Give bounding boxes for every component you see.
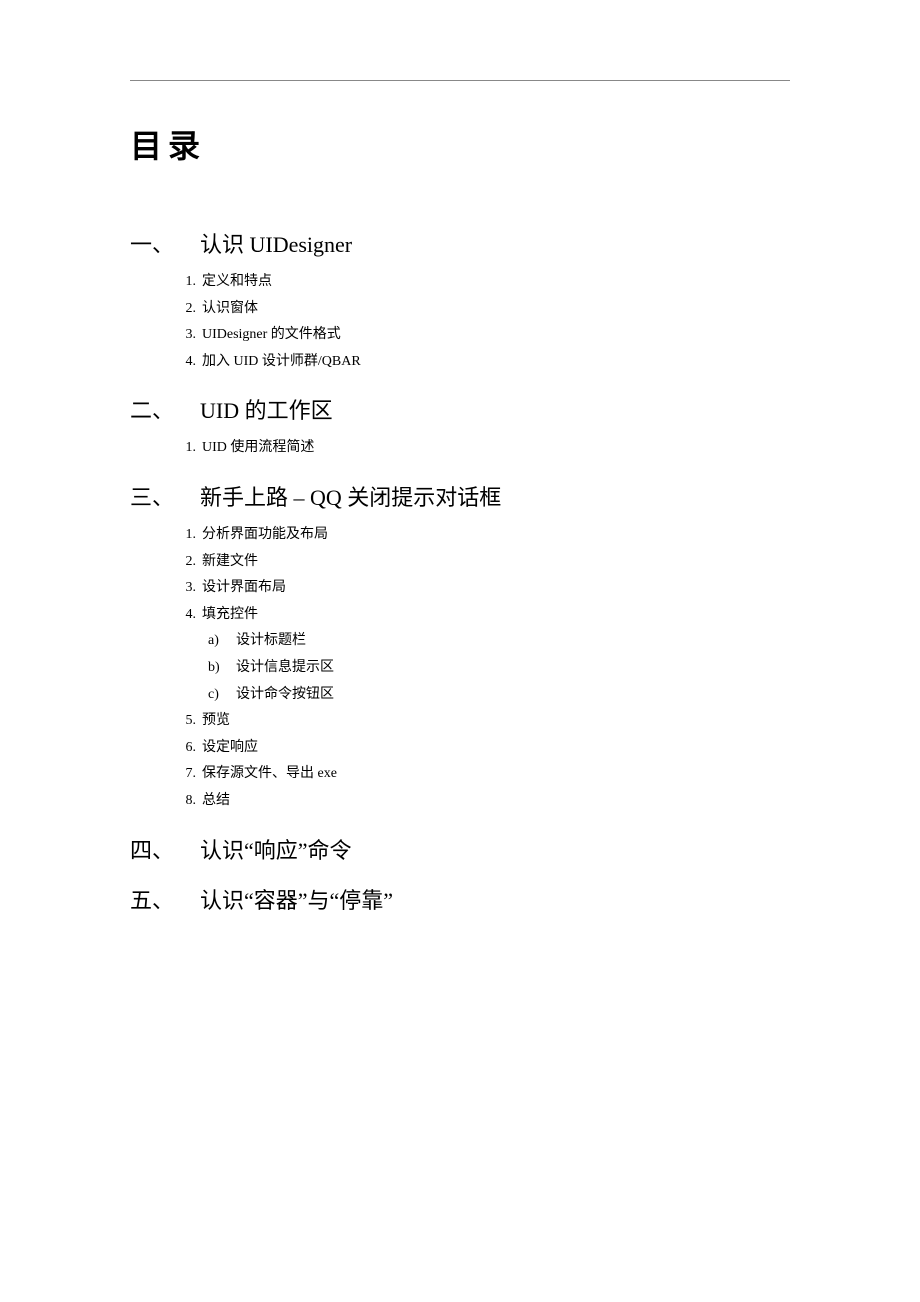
- item-number: 5.: [172, 708, 202, 735]
- top-rule: [130, 80, 790, 81]
- item-number: 1.: [172, 522, 202, 549]
- item-label: 保存源文件、导出 exe: [202, 761, 790, 788]
- section-heading: 二、 UID 的工作区: [130, 393, 790, 425]
- item-number: 1.: [172, 269, 202, 296]
- list-item: 7.保存源文件、导出 exe: [172, 761, 790, 788]
- list-item: 2.认识窗体: [172, 296, 790, 323]
- list-item: 4.加入 UID 设计师群/QBAR: [172, 349, 790, 376]
- section-heading: 四、 认识“响应”命令: [130, 833, 790, 865]
- item-label: 设计界面布局: [202, 575, 790, 602]
- item-list: 1.UID 使用流程简述: [172, 435, 790, 462]
- subitem-number: a): [208, 628, 236, 655]
- subitem-list: a)设计标题栏 b)设计信息提示区 c)设计命令按钮区: [208, 628, 790, 708]
- subitem-label: 设计命令按钮区: [236, 682, 334, 709]
- item-number: 8.: [172, 788, 202, 815]
- subitem-number: b): [208, 655, 236, 682]
- section-number: 四、: [130, 833, 200, 865]
- item-label: 填充控件: [202, 602, 790, 629]
- list-item: 2.新建文件: [172, 549, 790, 576]
- item-number: 2.: [172, 296, 202, 323]
- item-list: 1.定义和特点 2.认识窗体 3.UIDesigner 的文件格式 4.加入 U…: [172, 269, 790, 375]
- section-4: 四、 认识“响应”命令: [130, 833, 790, 865]
- page-content: 目录 一、 认识 UIDesigner 1.定义和特点 2.认识窗体 3.UID…: [130, 80, 790, 915]
- item-number: 3.: [172, 575, 202, 602]
- item-label: 认识窗体: [202, 296, 790, 323]
- list-item: 6.设定响应: [172, 735, 790, 762]
- list-item: 8.总结: [172, 788, 790, 815]
- section-label: 认识“响应”命令: [200, 833, 790, 865]
- item-label: UIDesigner 的文件格式: [202, 322, 790, 349]
- section-label: 新手上路 – QQ 关闭提示对话框: [200, 480, 790, 512]
- item-label: UID 使用流程简述: [202, 435, 790, 462]
- list-item: 1.分析界面功能及布局: [172, 522, 790, 549]
- section-5: 五、 认识“容器”与“停靠”: [130, 883, 790, 915]
- item-label: 总结: [202, 788, 790, 815]
- item-label: 定义和特点: [202, 269, 790, 296]
- section-number: 二、: [130, 393, 200, 425]
- section-1: 一、 认识 UIDesigner 1.定义和特点 2.认识窗体 3.UIDesi…: [130, 227, 790, 375]
- list-item: 3.设计界面布局: [172, 575, 790, 602]
- toc-title: 目录: [130, 121, 790, 167]
- item-label: 新建文件: [202, 549, 790, 576]
- list-subitem: b)设计信息提示区: [208, 655, 790, 682]
- section-heading: 五、 认识“容器”与“停靠”: [130, 883, 790, 915]
- list-item: 5.预览: [172, 708, 790, 735]
- item-number: 6.: [172, 735, 202, 762]
- list-item: 1.定义和特点: [172, 269, 790, 296]
- section-label: UID 的工作区: [200, 393, 790, 425]
- list-subitem: a)设计标题栏: [208, 628, 790, 655]
- section-label: 认识 UIDesigner: [200, 227, 790, 259]
- subitem-label: 设计标题栏: [236, 628, 306, 655]
- section-heading: 三、 新手上路 – QQ 关闭提示对话框: [130, 480, 790, 512]
- subitem-number: c): [208, 682, 236, 709]
- item-label: 预览: [202, 708, 790, 735]
- list-item: 4.填充控件: [172, 602, 790, 629]
- section-heading: 一、 认识 UIDesigner: [130, 227, 790, 259]
- list-subitem: c)设计命令按钮区: [208, 682, 790, 709]
- item-number: 1.: [172, 435, 202, 462]
- item-list: 1.分析界面功能及布局 2.新建文件 3.设计界面布局 4.填充控件 a)设计标…: [172, 522, 790, 815]
- section-number: 三、: [130, 480, 200, 512]
- section-3: 三、 新手上路 – QQ 关闭提示对话框 1.分析界面功能及布局 2.新建文件 …: [130, 480, 790, 815]
- item-label: 设定响应: [202, 735, 790, 762]
- subitem-label: 设计信息提示区: [236, 655, 334, 682]
- list-item: 1.UID 使用流程简述: [172, 435, 790, 462]
- section-number: 五、: [130, 883, 200, 915]
- item-number: 7.: [172, 761, 202, 788]
- item-number: 3.: [172, 322, 202, 349]
- section-number: 一、: [130, 227, 200, 259]
- list-item: 3.UIDesigner 的文件格式: [172, 322, 790, 349]
- item-label: 分析界面功能及布局: [202, 522, 790, 549]
- item-number: 4.: [172, 349, 202, 376]
- section-label: 认识“容器”与“停靠”: [200, 883, 790, 915]
- item-number: 4.: [172, 602, 202, 629]
- section-2: 二、 UID 的工作区 1.UID 使用流程简述: [130, 393, 790, 462]
- item-label: 加入 UID 设计师群/QBAR: [202, 349, 790, 376]
- item-number: 2.: [172, 549, 202, 576]
